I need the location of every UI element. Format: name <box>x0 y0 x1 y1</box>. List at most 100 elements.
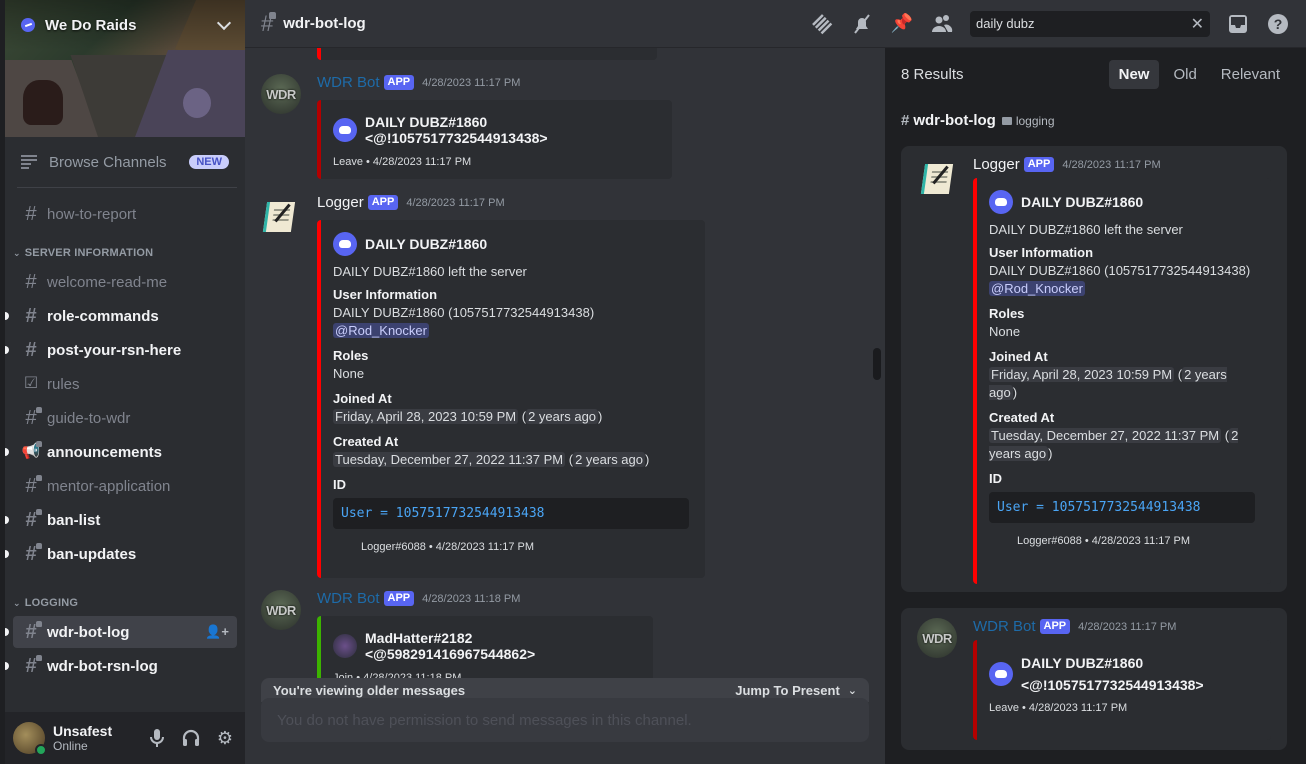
field-name: User Information <box>989 245 1094 260</box>
browse-channels-icon <box>21 154 41 170</box>
settings-gear-icon[interactable]: ⚙ <box>213 726 237 750</box>
message-list: WDR WDR Bot APP 4/28/2023 11:17 PM DAILY… <box>245 48 873 764</box>
discord-logo-icon <box>989 190 1013 214</box>
message-author[interactable]: WDR Bot <box>317 590 380 607</box>
channel-name: ban-list <box>47 511 101 529</box>
message-author[interactable]: Logger <box>973 156 1020 173</box>
server-header[interactable]: We Do Raids <box>5 0 245 50</box>
field-name: Joined At <box>989 349 1048 364</box>
embed-description: DAILY DUBZ#1860 left the server <box>333 264 527 279</box>
result-category-name: logging <box>1015 113 1055 128</box>
field-name: Roles <box>333 348 369 363</box>
locked-hash-icon: # <box>21 407 42 428</box>
hash-icon: # <box>25 271 37 293</box>
message: WDR WDR Bot APP 4/28/2023 11:18 PM MadHa… <box>245 590 873 695</box>
clear-search-icon[interactable]: ✕ <box>1191 14 1204 34</box>
result-channel-header[interactable]: # wdr-bot-log logging <box>885 112 1306 129</box>
code-block: User = 1057517732544913438 <box>333 498 689 529</box>
chat-scrollbar[interactable] <box>873 48 881 674</box>
code-value: 1057517732544913438 <box>395 506 545 521</box>
sort-new-tab[interactable]: New <box>1108 59 1160 89</box>
scrollbar-thumb[interactable] <box>873 348 881 380</box>
category-logging[interactable]: ⌄ LOGGING <box>5 592 245 614</box>
channel-post-your-rsn-here[interactable]: # post-your-rsn-here <box>5 334 237 366</box>
divider <box>17 187 237 188</box>
result-channel-name: wdr-bot-log <box>913 112 996 129</box>
channel-name: rules <box>47 375 80 393</box>
wdr-bot-avatar[interactable]: WDR <box>917 618 957 658</box>
wdr-bot-avatar[interactable]: WDR <box>261 590 301 630</box>
search-result-card[interactable]: WDR WDR Bot APP 4/28/2023 11:17 PM DAILY… <box>901 608 1287 750</box>
channel-ban-updates[interactable]: # ban-updates <box>5 538 237 570</box>
user-mention[interactable]: @Rod_Knocker <box>333 323 429 338</box>
relative-time[interactable]: 2 years ago <box>573 452 645 467</box>
muted-bell-icon[interactable] <box>850 12 874 36</box>
sort-old-tab[interactable]: Old <box>1163 60 1206 89</box>
channel-name: announcements <box>47 443 163 461</box>
server-boost-badge-icon <box>21 18 35 32</box>
channel-name: post-your-rsn-here <box>47 341 182 359</box>
locked-hash-icon: # <box>901 112 910 129</box>
pin-icon[interactable]: 📌 <box>890 12 914 36</box>
channel-announcements[interactable]: 📢 announcements <box>5 436 237 468</box>
timestamp-value[interactable]: Tuesday, December 27, 2022 11:37 PM <box>333 452 566 467</box>
browse-channels-button[interactable]: Browse Channels NEW <box>13 145 237 179</box>
channel-wdr-bot-rsn-log[interactable]: # wdr-bot-rsn-log <box>5 650 237 682</box>
microphone-icon[interactable] <box>145 726 169 750</box>
locked-hash-icon: # <box>261 11 277 37</box>
relative-time[interactable]: 2 years ago <box>526 409 599 424</box>
channel-name: wdr-bot-rsn-log <box>47 657 158 675</box>
app-tag: APP <box>1039 619 1071 634</box>
logger-avatar[interactable] <box>919 158 959 198</box>
inbox-icon[interactable] <box>1226 12 1250 36</box>
category-server-information[interactable]: ⌄ SERVER INFORMATION <box>5 242 245 264</box>
channel-rules[interactable]: ☑ rules <box>13 368 237 400</box>
embed: DAILY DUBZ#1860 DAILY DUBZ#1860 left the… <box>317 220 705 578</box>
channel-ban-list[interactable]: # ban-list <box>5 504 237 536</box>
embed-partial <box>317 48 657 60</box>
member-list-icon[interactable] <box>930 12 954 36</box>
field-value: DAILY DUBZ#1860 (1057517732544913438) <box>333 305 595 320</box>
message-author[interactable]: WDR Bot <box>973 618 1036 635</box>
message-author[interactable]: WDR Bot <box>317 74 380 91</box>
invite-member-icon[interactable]: 👤+ <box>205 624 229 640</box>
channel-name: guide-to-wdr <box>47 409 131 427</box>
headphones-icon[interactable] <box>179 726 203 750</box>
field-name: ID <box>989 471 1002 486</box>
main-area: # wdr-bot-log 📌 ✕ <box>245 0 1306 764</box>
message-author[interactable]: Logger <box>317 194 364 211</box>
new-badge: NEW <box>189 155 229 169</box>
server-banner[interactable]: We Do Raids <box>5 0 245 137</box>
channel-how-to-report[interactable]: # how-to-report <box>13 198 237 230</box>
sort-relevant-tab[interactable]: Relevant <box>1211 60 1290 89</box>
app-tag: APP <box>367 195 399 210</box>
user-info[interactable]: Unsafest Online <box>53 723 112 753</box>
channel-list: # how-to-report ⌄ SERVER INFORMATION # w… <box>5 196 245 712</box>
user-avatar[interactable] <box>13 722 47 756</box>
timestamp-value[interactable]: Friday, April 28, 2023 10:59 PM <box>989 367 1175 382</box>
channel-role-commands[interactable]: # role-commands <box>5 300 237 332</box>
search-input[interactable] <box>976 16 1191 31</box>
wdr-bot-avatar[interactable]: WDR <box>261 74 301 114</box>
field-name: Created At <box>989 410 1055 425</box>
timestamp-value[interactable]: Tuesday, December 27, 2022 11:37 PM <box>989 428 1222 443</box>
search-box[interactable]: ✕ <box>970 10 1210 37</box>
locked-announcement-icon: 📢 <box>21 441 42 460</box>
channel-guide-to-wdr[interactable]: # guide-to-wdr <box>13 402 237 434</box>
channel-header: # wdr-bot-log 📌 ✕ <box>245 0 1306 48</box>
channel-title: wdr-bot-log <box>283 15 366 32</box>
channel-name: wdr-bot-log <box>47 623 130 641</box>
jump-to-present-button[interactable]: Jump To Present ⌄ <box>735 683 857 698</box>
logger-avatar[interactable] <box>261 196 301 236</box>
help-icon[interactable]: ? <box>1266 12 1290 36</box>
channel-mentor-application[interactable]: # mentor-application <box>13 470 237 502</box>
chevron-down-icon[interactable] <box>216 15 232 30</box>
channel-welcome-read-me[interactable]: # welcome-read-me <box>13 266 237 298</box>
field-name: Joined At <box>333 391 392 406</box>
search-result-card[interactable]: Logger APP 4/28/2023 11:17 PM DAILY DUBZ… <box>901 146 1287 592</box>
threads-icon[interactable] <box>810 12 834 36</box>
channel-wdr-bot-log[interactable]: # wdr-bot-log 👤+ <box>5 616 237 648</box>
timestamp-value[interactable]: Friday, April 28, 2023 10:59 PM <box>333 409 519 424</box>
user-mention[interactable]: @Rod_Knocker <box>989 281 1085 296</box>
folder-icon <box>1001 116 1012 125</box>
